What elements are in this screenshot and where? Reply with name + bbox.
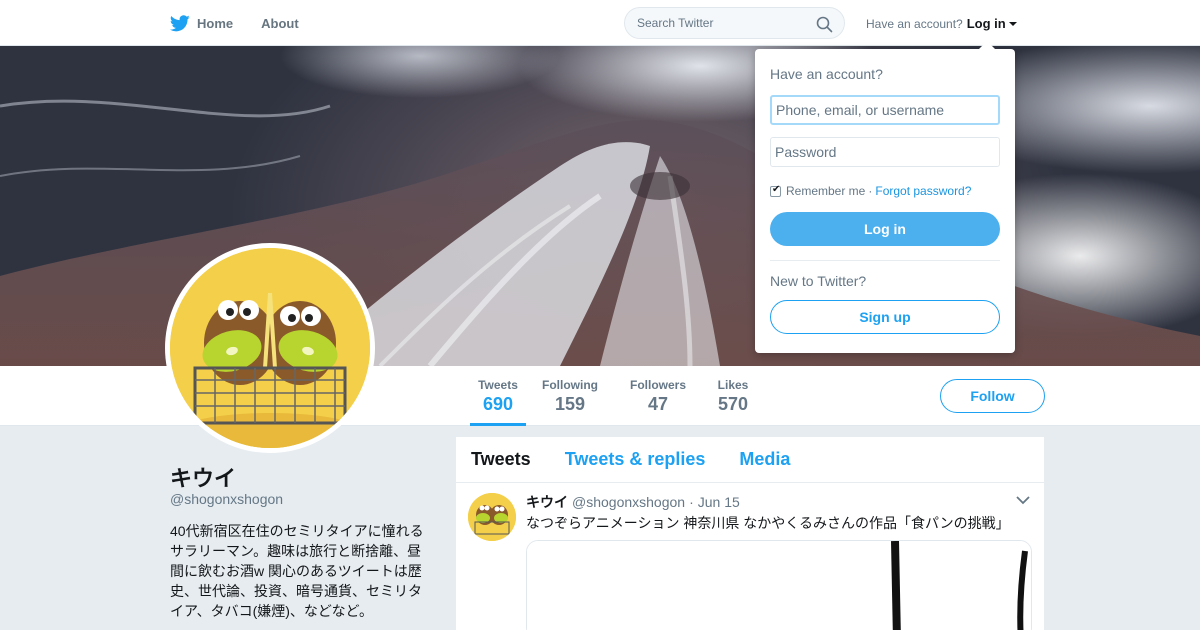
username-field[interactable] [770, 95, 1000, 125]
stat-following-label: Following [542, 378, 598, 392]
stat-followers-label: Followers [629, 378, 686, 392]
nav-home[interactable]: Home [170, 14, 234, 32]
tweet-author-name[interactable]: キウイ [526, 492, 568, 512]
stat-following[interactable]: Following 159 [541, 378, 599, 415]
profile-avatar[interactable] [165, 243, 375, 453]
remember-separator: · [868, 184, 873, 198]
avatar-image [170, 248, 370, 448]
stat-following-value: 159 [554, 394, 586, 414]
tab-tweets-and-replies[interactable]: Tweets & replies [565, 449, 706, 470]
tweet-menu-chevron-icon[interactable] [1016, 495, 1030, 505]
follow-button[interactable]: Follow [940, 379, 1045, 413]
password-field[interactable] [770, 137, 1000, 167]
kiwi-plush-illustration [170, 248, 370, 448]
tweet[interactable]: キウイ @shogonxshogon · Jun 15 なつぞらアニメーション … [456, 483, 1044, 630]
chevron-down-icon [1008, 21, 1017, 26]
remember-me-checkbox[interactable] [770, 184, 781, 197]
forgot-password-link[interactable]: Forgot password? [875, 184, 971, 198]
tab-tweets[interactable]: Tweets [471, 449, 531, 470]
remember-me-label[interactable]: Remember me [786, 184, 865, 198]
stat-likes-label: Likes [717, 378, 749, 392]
stat-likes[interactable]: Likes 570 [717, 378, 749, 415]
stat-followers-value: 47 [647, 394, 669, 414]
search-box [624, 7, 845, 39]
login-prompt: Have an account? Log in [866, 16, 1017, 31]
twitter-bird-icon [170, 14, 190, 31]
top-navigation: Home About Have an account? Log in [0, 0, 1200, 46]
tweet-date[interactable]: Jun 15 [698, 494, 740, 510]
stat-tweets-value: 690 [482, 394, 514, 414]
search-icon[interactable] [816, 16, 833, 33]
remember-me-row: Remember me · Forgot password? [770, 184, 971, 198]
profile-handle[interactable]: @shogonxshogon [170, 491, 283, 507]
signup-button[interactable]: Sign up [770, 300, 1000, 334]
have-account-text: Have an account? [866, 16, 963, 31]
nav-home-label: Home [197, 15, 234, 31]
profile-bio: 40代新宿区在住のセミリタイアに憧れるサラリーマン。趣味は旅行と断捨離、昼間に飲… [170, 523, 424, 619]
nav-left: Home About [170, 0, 327, 46]
stat-followers[interactable]: Followers 47 [629, 378, 687, 415]
tweet-media[interactable] [526, 540, 1032, 630]
stat-tweets[interactable]: Tweets 690 [470, 378, 526, 426]
tweet-separator: · [689, 494, 694, 510]
tweet-text: なつぞらアニメーション 神奈川県 なかやくるみさんの作品「食パンの挑戦」 [526, 515, 1010, 531]
login-dropdown-toggle[interactable]: Log in [967, 16, 1017, 31]
nav-about[interactable]: About [261, 16, 299, 31]
login-divider [770, 260, 1000, 261]
timeline-tabs: Tweets Tweets & replies Media [456, 437, 1044, 483]
tweet-avatar-image [468, 493, 516, 541]
timeline: Tweets Tweets & replies Media キウイ @shogo… [456, 437, 1044, 630]
profile-name[interactable]: キウイ [170, 461, 236, 493]
nav-about-label: About [261, 15, 299, 31]
login-submit-button[interactable]: Log in [770, 212, 1000, 246]
search-input[interactable] [637, 16, 807, 30]
tweet-media-image [527, 541, 1031, 630]
stat-likes-value: 570 [717, 394, 749, 414]
tab-media[interactable]: Media [739, 449, 790, 470]
login-dropdown-title: Have an account? [770, 66, 883, 82]
login-toggle-label: Log in [966, 16, 1006, 31]
tweet-header: キウイ @shogonxshogon · Jun 15 [526, 492, 740, 512]
new-to-twitter-text: New to Twitter? [770, 273, 867, 289]
tweet-author-handle[interactable]: @shogonxshogon [572, 494, 685, 510]
login-dropdown: Have an account? Remember me · Forgot pa… [755, 41, 1015, 353]
tweet-avatar[interactable] [468, 493, 516, 541]
stat-tweets-label: Tweets [478, 378, 518, 392]
